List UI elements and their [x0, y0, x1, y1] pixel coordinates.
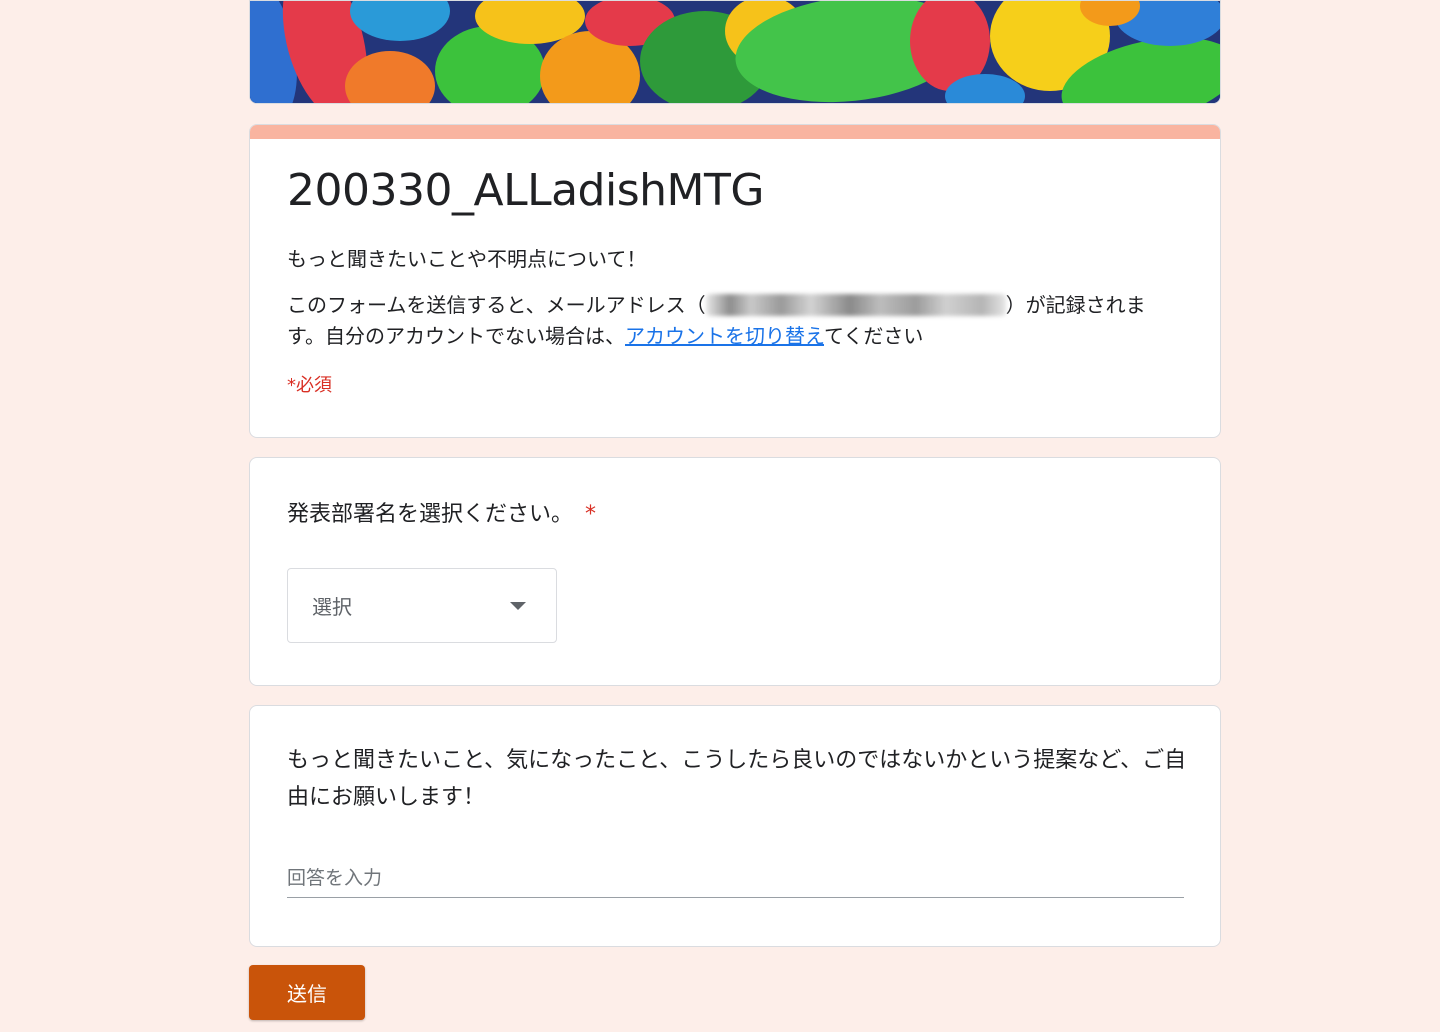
header-banner-image	[249, 0, 1221, 104]
redacted-email	[705, 294, 1006, 316]
question-title: 発表部署名を選択ください。 *	[287, 496, 596, 528]
email-notice-prefix: このフォームを送信すると、メールアドレス（	[287, 293, 706, 317]
form-header-card: 200330_ALLadishMTG もっと聞きたいことや不明点について！ この…	[249, 124, 1221, 438]
question-card-feedback: もっと聞きたいこと、気になったこと、こうしたら良いのではないかという提案など、ご…	[249, 705, 1221, 947]
switch-account-link[interactable]: アカウントを切り替え	[625, 324, 824, 348]
form-description: もっと聞きたいことや不明点について！	[287, 247, 647, 271]
required-note: *必須	[287, 375, 332, 396]
feedback-answer-input[interactable]	[287, 858, 1184, 898]
chevron-down-icon	[510, 602, 526, 610]
department-dropdown[interactable]: 選択	[287, 568, 557, 643]
header-accent-bar	[250, 125, 1220, 139]
form-title: 200330_ALLadishMTG	[287, 165, 764, 216]
email-notice-end: てください	[824, 324, 924, 348]
question-title: もっと聞きたいこと、気になったこと、こうしたら良いのではないかという提案など、ご…	[287, 748, 1187, 810]
question-title-text: 発表部署名を選択ください。	[287, 502, 574, 527]
email-notice: このフォームを送信すると、メールアドレス（ ）が記録されます。自分のアカウントでな…	[287, 290, 1177, 352]
required-asterisk: *	[585, 502, 597, 527]
submit-button[interactable]: 送信	[249, 965, 365, 1020]
dropdown-selected-value: 選択	[312, 595, 352, 619]
question-card-department: 発表部署名を選択ください。 * 選択	[249, 457, 1221, 686]
